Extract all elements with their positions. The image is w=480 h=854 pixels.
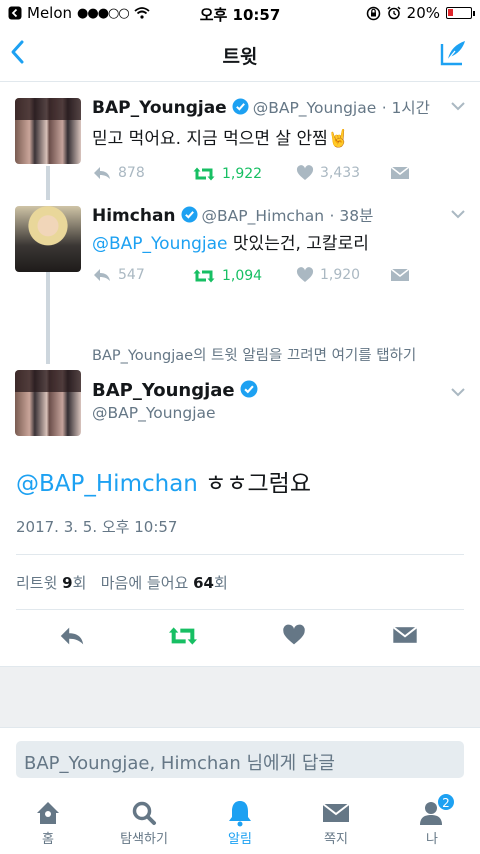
chevron-down-icon[interactable]: [450, 208, 466, 220]
like-button[interactable]: [282, 624, 306, 650]
user-name[interactable]: BAP_Youngjae: [92, 380, 235, 401]
retweet-action[interactable]: 1,094: [192, 267, 262, 285]
user-name[interactable]: Himchan: [92, 206, 176, 226]
search-icon: [132, 801, 156, 825]
heart-icon: [296, 165, 314, 180]
reply-count: 878: [118, 165, 145, 181]
retweet-stat-count: 9: [62, 574, 73, 592]
verified-badge-icon: [181, 206, 198, 223]
tweet-actions: 878 1,922 3,433: [92, 165, 412, 185]
reply-action[interactable]: 547: [92, 267, 145, 283]
tab-label: 홈: [42, 832, 54, 847]
thread-connector: [46, 272, 50, 364]
reply-input[interactable]: BAP_Youngjae, Himchan 님에게 답글: [16, 741, 464, 778]
mention-link[interactable]: @BAP_Himchan: [16, 471, 198, 497]
tab-me[interactable]: 2 나: [384, 793, 480, 847]
tweet-timestamp: 2017. 3. 5. 오후 10:57: [16, 518, 178, 536]
reply-icon: [94, 167, 110, 179]
tab-notifications[interactable]: 알림: [192, 798, 288, 847]
dm-action[interactable]: [390, 165, 410, 181]
tweet-actions: 547 1,094 1,920: [92, 267, 412, 287]
dm-action[interactable]: [390, 267, 410, 283]
spacer-band: [0, 666, 480, 728]
like-count: 3,433: [320, 165, 361, 181]
tab-label: 탐색하기: [120, 832, 168, 847]
battery-icon: [446, 7, 475, 19]
divider: [16, 609, 464, 610]
tweet-stats[interactable]: 리트윗 9회 마음에 들어요 64회: [16, 572, 228, 593]
retweet-icon: [193, 167, 215, 181]
focus-tweet-header: BAP_Youngjae: [92, 380, 262, 401]
chevron-down-icon[interactable]: [450, 386, 466, 398]
dm-button[interactable]: [392, 624, 418, 650]
tab-home[interactable]: 홈: [0, 798, 96, 847]
user-handle[interactable]: @BAP_Youngjae: [253, 99, 377, 117]
retweet-button[interactable]: [167, 624, 199, 652]
user-handle[interactable]: @BAP_Youngjae: [92, 404, 216, 422]
envelope-icon: [390, 166, 410, 179]
envelope-icon: [390, 268, 410, 281]
heart-icon: [296, 267, 314, 282]
retweet-icon: [193, 269, 215, 283]
tab-bar: 홈 탐색하기 알림 쪽지 2 나: [0, 792, 480, 854]
reply-button[interactable]: [58, 624, 86, 652]
avatar[interactable]: [15, 98, 81, 164]
like-action[interactable]: 3,433: [296, 165, 360, 181]
envelope-icon: [322, 803, 350, 822]
nav-bar: 트윗: [0, 26, 480, 82]
divider: [16, 554, 464, 555]
thread-connector: [46, 166, 50, 200]
alarm-icon: [387, 6, 401, 20]
mention-link[interactable]: @BAP_Youngjae: [92, 234, 228, 254]
reply-icon: [94, 269, 110, 281]
home-icon: [37, 802, 59, 824]
reply-action[interactable]: 878: [92, 165, 145, 181]
retweet-action[interactable]: 1,922: [192, 165, 262, 183]
tab-label: 나: [426, 832, 438, 847]
tweet-text: @BAP_Youngjae 맛있는건, 고칼로리: [92, 229, 369, 254]
user-handle[interactable]: @BAP_Himchan: [202, 207, 325, 225]
like-action[interactable]: 1,920: [296, 267, 360, 283]
user-name[interactable]: BAP_Youngjae: [92, 98, 227, 118]
heart-icon: [283, 624, 305, 645]
chevron-down-icon[interactable]: [450, 100, 466, 112]
battery-percent: 20%: [406, 4, 440, 22]
focus-tweet-actions: [0, 624, 480, 654]
like-stat-unit: 회: [213, 574, 228, 592]
avatar[interactable]: [15, 370, 81, 436]
reply-count: 547: [118, 267, 145, 283]
envelope-icon: [392, 626, 418, 643]
rotation-lock-icon: [366, 6, 380, 20]
tweet-time: · 1시간: [381, 99, 430, 117]
verified-badge-icon: [232, 98, 249, 115]
page-title: 트윗: [222, 46, 258, 68]
avatar[interactable]: [15, 206, 81, 272]
tab-label: 알림: [228, 832, 252, 847]
like-count: 1,920: [320, 267, 361, 283]
retweet-stat-label: 리트윗: [16, 574, 63, 592]
tweet-header: BAP_Youngjae @BAP_Youngjae · 1시간: [92, 96, 430, 118]
retweet-count: 1,922: [222, 166, 263, 182]
tweet-header: Himchan @BAP_Himchan · 38분: [92, 204, 373, 226]
retweet-icon: [169, 627, 197, 645]
notification-toggle-hint[interactable]: BAP_Youngjae의 트윗 알림을 끄려면 여기를 탭하기: [92, 344, 416, 365]
like-stat-label: 마음에 들어요: [100, 574, 194, 592]
status-bar: Melon ●●●○○ 오후 10:57 20%: [0, 0, 480, 26]
focus-tweet-text: @BAP_Himchan ㅎㅎ그럼요: [16, 464, 311, 498]
tweet-text-body: 맛있는건, 고칼로리: [227, 234, 369, 254]
tab-explore[interactable]: 탐색하기: [96, 798, 192, 847]
notification-badge: 2: [437, 793, 455, 811]
tab-label: 쪽지: [324, 832, 348, 847]
reply-icon: [60, 627, 84, 645]
retweet-stat-unit: 회: [72, 574, 87, 592]
focus-tweet-body: ㅎㅎ그럼요: [197, 471, 311, 497]
tab-messages[interactable]: 쪽지: [288, 798, 384, 847]
verified-badge-icon: [240, 380, 258, 398]
compose-tweet-icon[interactable]: [438, 38, 468, 68]
like-stat-count: 64: [193, 574, 214, 592]
tweet-time: · 38분: [329, 207, 374, 225]
tweet-text: 믿고 먹어요. 지금 먹으면 살 안찜🤘: [92, 129, 349, 149]
retweet-count: 1,094: [222, 268, 263, 284]
bell-icon: [229, 801, 251, 827]
